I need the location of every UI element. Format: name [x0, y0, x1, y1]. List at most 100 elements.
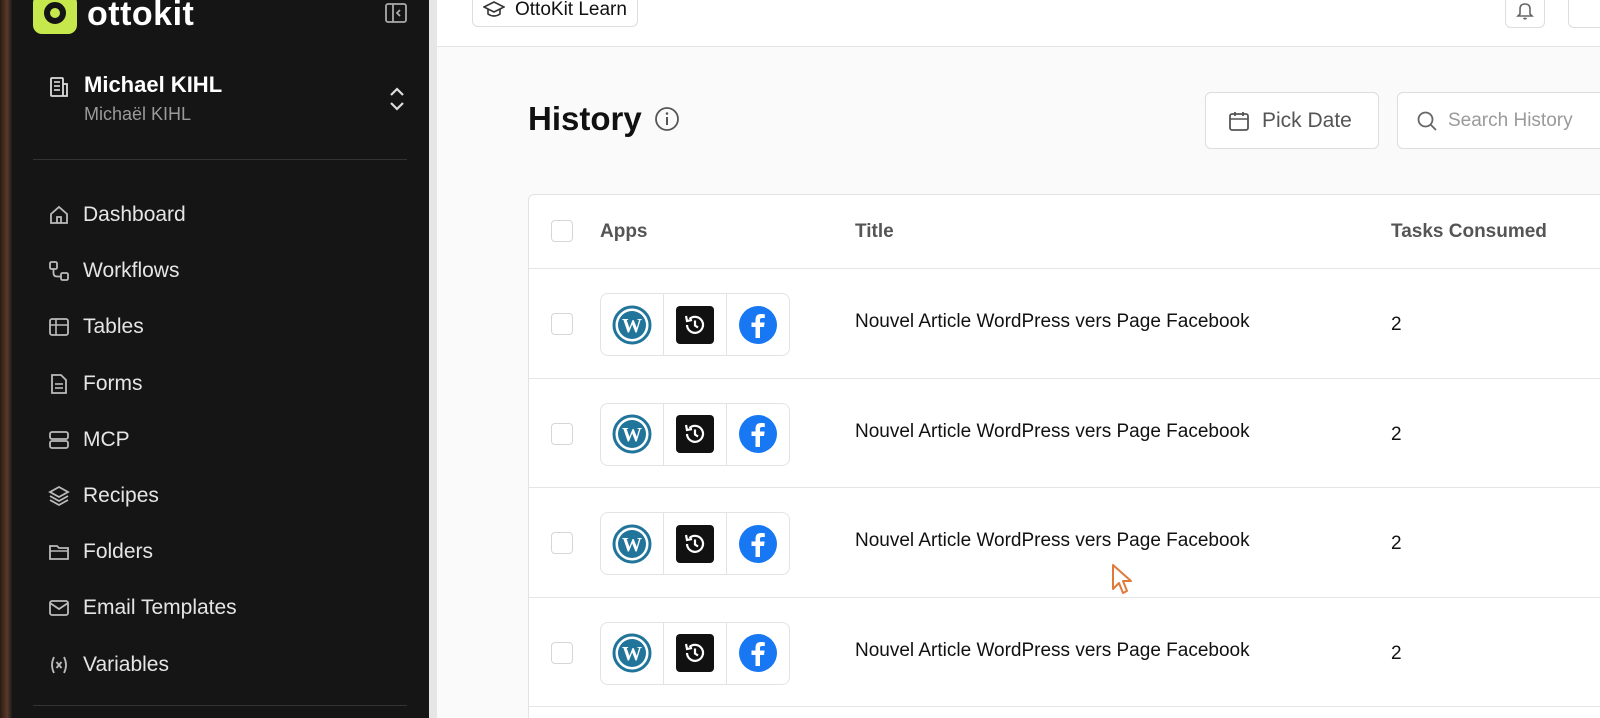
- notifications-button[interactable]: [1505, 0, 1545, 28]
- facebook-icon: [739, 524, 777, 563]
- sidebar-item-label: Dashboard: [83, 203, 186, 227]
- row-checkbox[interactable]: [551, 532, 573, 554]
- page-title-text: History: [528, 100, 642, 137]
- sidebar-item-label: Variables: [83, 652, 169, 676]
- app-cell: [664, 294, 727, 355]
- server-icon: [49, 430, 69, 449]
- folder-icon: [49, 545, 69, 561]
- sidebar-item-forms[interactable]: Forms: [48, 356, 237, 412]
- table-row[interactable]: W Nouvel Article WordPress vers Page Fac…: [529, 379, 1600, 488]
- account-subtitle: Michaël KIHL: [84, 104, 192, 124]
- apps-group: W: [600, 293, 790, 356]
- apps-group: W: [600, 402, 790, 466]
- table-row[interactable]: W Nouvel Article WordPress vers Page Fac…: [529, 488, 1600, 598]
- svg-text:W: W: [622, 643, 642, 665]
- history-icon: [676, 634, 714, 672]
- sidebar-item-label: Folders: [83, 540, 154, 564]
- sidebar-item-label: Recipes: [83, 484, 159, 508]
- layers-icon: [48, 486, 70, 507]
- sidebar-item-recipes[interactable]: Recipes: [48, 468, 237, 524]
- search-input[interactable]: [1448, 109, 1600, 132]
- wordpress-icon: W: [612, 414, 652, 454]
- sidebar-collapse-icon[interactable]: [385, 3, 407, 23]
- sidebar-item-email-templates[interactable]: Email Templates: [48, 580, 237, 636]
- chevron-up-down-icon[interactable]: [386, 84, 408, 114]
- info-icon[interactable]: [654, 106, 680, 132]
- app-cell: [727, 404, 789, 465]
- facebook-icon: [739, 634, 777, 672]
- wordpress-icon: W: [612, 524, 652, 563]
- main-content: OttoKit Learn History Pick Date Apps Tit…: [437, 0, 1600, 718]
- announcements-button[interactable]: [1568, 0, 1600, 28]
- row-tasks-consumed: 2: [1391, 533, 1402, 554]
- sidebar-item-workflows[interactable]: Workflows: [48, 243, 237, 299]
- variable-icon: [51, 656, 67, 673]
- sidebar-nav: Dashboard Workflows Tables Forms MCP Rec…: [48, 187, 237, 693]
- sidebar-item-tables[interactable]: Tables: [48, 299, 237, 355]
- row-title[interactable]: Nouvel Article WordPress vers Page Faceb…: [855, 640, 1250, 662]
- app-cell: [727, 294, 789, 355]
- workflow-icon: [49, 261, 69, 282]
- sidebar-item-dashboard[interactable]: Dashboard: [48, 187, 237, 243]
- app-cell: [664, 513, 727, 574]
- topbar: OttoKit Learn: [437, 0, 1600, 47]
- learn-label: OttoKit Learn: [515, 0, 627, 20]
- mail-icon: [49, 600, 69, 617]
- sidebar-divider: [33, 159, 407, 160]
- calendar-icon: [1229, 111, 1249, 131]
- account-switcher[interactable]: Michael KIHL Michaël KIHL: [48, 70, 408, 132]
- form-icon: [51, 373, 67, 394]
- row-checkbox[interactable]: [551, 641, 573, 664]
- facebook-icon: [739, 415, 777, 453]
- sidebar: ottokit Michael KIHL Michaël KIHL Dashbo…: [12, 0, 429, 718]
- app-cell: [727, 513, 789, 574]
- row-tasks-consumed: 2: [1391, 423, 1402, 445]
- svg-text:W: W: [622, 534, 642, 556]
- app-cell: [664, 403, 727, 465]
- sidebar-item-label: Forms: [83, 371, 143, 395]
- column-header-title: Title: [855, 221, 894, 242]
- pick-date-label: Pick Date: [1262, 108, 1352, 132]
- logo-mark-icon: [33, 0, 77, 34]
- row-title[interactable]: Nouvel Article WordPress vers Page Faceb…: [855, 421, 1250, 443]
- search-icon: [1417, 111, 1437, 131]
- row-tasks-consumed: 2: [1391, 642, 1402, 664]
- app-cell: W: [601, 513, 664, 574]
- table-row[interactable]: W Nouvel Article WordPress vers Page Fac…: [529, 269, 1600, 379]
- column-header-tasks: Tasks Consumed: [1391, 221, 1547, 242]
- row-title[interactable]: Nouvel Article WordPress vers Page Faceb…: [855, 311, 1250, 333]
- logo-text: ottokit: [87, 0, 195, 33]
- building-icon: [50, 77, 68, 97]
- sidebar-item-label: Workflows: [83, 259, 180, 283]
- search-box[interactable]: [1397, 92, 1600, 149]
- sidebar-item-folders[interactable]: Folders: [48, 524, 237, 580]
- sidebar-item-variables[interactable]: Variables: [48, 637, 237, 693]
- row-checkbox[interactable]: [551, 313, 573, 335]
- row-tasks-consumed: 2: [1391, 314, 1402, 335]
- sidebar-item-label: Email Templates: [83, 596, 237, 620]
- app-cell: W: [601, 622, 664, 684]
- app-cell: [664, 622, 727, 684]
- history-icon: [676, 524, 714, 563]
- table-row[interactable]: W Nouvel Article WordPress vers Page Fac…: [529, 598, 1600, 707]
- row-checkbox[interactable]: [551, 422, 573, 445]
- bell-icon: [1516, 3, 1534, 20]
- apps-group: W: [600, 512, 790, 575]
- page-title: History: [528, 100, 680, 138]
- sidebar-item-label: MCP: [83, 427, 130, 451]
- select-all-checkbox[interactable]: [551, 220, 573, 242]
- row-title[interactable]: Nouvel Article WordPress vers Page Faceb…: [855, 530, 1250, 552]
- wordpress-icon: W: [612, 633, 652, 673]
- svg-text:W: W: [622, 315, 642, 337]
- wordpress-icon: W: [612, 305, 652, 344]
- logo: ottokit: [33, 0, 194, 34]
- svg-text:W: W: [622, 424, 642, 446]
- history-icon: [676, 305, 714, 344]
- ottokit-learn-button[interactable]: OttoKit Learn: [472, 0, 638, 27]
- table-header: Apps Title Tasks Consumed: [529, 195, 1600, 269]
- app-cell: W: [601, 294, 664, 355]
- graduation-cap-icon: [483, 0, 505, 17]
- table-icon: [49, 318, 69, 337]
- sidebar-item-mcp[interactable]: MCP: [48, 412, 237, 468]
- pick-date-button[interactable]: Pick Date: [1205, 92, 1379, 149]
